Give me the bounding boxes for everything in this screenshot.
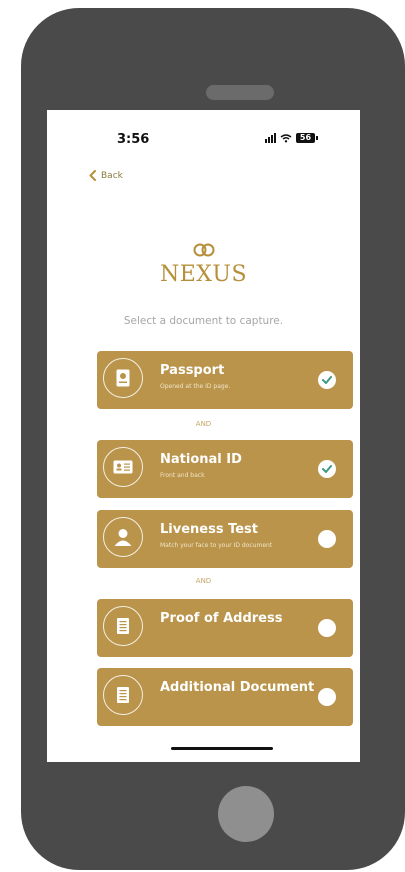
wifi-icon xyxy=(280,133,292,142)
passport-icon xyxy=(103,358,143,398)
document-card-proof-of-address[interactable]: Proof of Address xyxy=(97,599,353,657)
rings-logo-icon xyxy=(193,243,214,257)
chevron-left-icon xyxy=(89,170,96,181)
card-subtitle: Match your face to your ID document xyxy=(160,542,273,549)
document-card-passport[interactable]: Passport Opened at the ID page. xyxy=(97,351,353,409)
home-indicator[interactable] xyxy=(171,747,273,750)
unchecked-circle-icon xyxy=(318,619,336,637)
battery-icon: 56 xyxy=(296,133,318,143)
card-title: Passport xyxy=(160,363,225,378)
brand-logo xyxy=(47,242,360,261)
unchecked-circle-icon xyxy=(318,530,336,548)
checkmark-icon xyxy=(318,371,336,389)
card-title: Proof of Address xyxy=(160,611,283,626)
status-bar: 3:56 56 xyxy=(47,132,360,152)
app-screen: 3:56 56 Back NEXUS Select a document to … xyxy=(47,110,360,762)
document-card-national-id[interactable]: National ID Front and back xyxy=(97,440,353,498)
id-card-icon xyxy=(103,447,143,487)
back-button[interactable]: Back xyxy=(89,170,123,181)
card-subtitle: Opened at the ID page. xyxy=(160,383,231,390)
back-label: Back xyxy=(101,170,123,181)
card-title: Additional Document xyxy=(160,680,315,695)
status-time: 3:56 xyxy=(117,132,150,147)
card-title: National ID xyxy=(160,452,242,467)
document-icon xyxy=(103,606,143,646)
card-title: Liveness Test xyxy=(160,522,259,537)
phone-home-button[interactable] xyxy=(218,786,274,842)
card-subtitle: Front and back xyxy=(160,472,205,479)
and-separator: AND xyxy=(195,577,212,585)
document-card-additional-document[interactable]: Additional Document xyxy=(97,668,353,726)
page-prompt: Select a document to capture. xyxy=(123,315,284,327)
person-icon xyxy=(103,517,143,557)
unchecked-circle-icon xyxy=(318,688,336,706)
signal-icon xyxy=(265,133,276,143)
brand-name: NEXUS xyxy=(159,262,248,287)
and-separator: AND xyxy=(195,420,212,428)
status-icons: 56 xyxy=(265,133,318,143)
checkmark-icon xyxy=(318,460,336,478)
document-icon xyxy=(103,675,143,715)
document-card-liveness-test[interactable]: Liveness Test Match your face to your ID… xyxy=(97,510,353,568)
phone-speaker xyxy=(206,85,274,100)
